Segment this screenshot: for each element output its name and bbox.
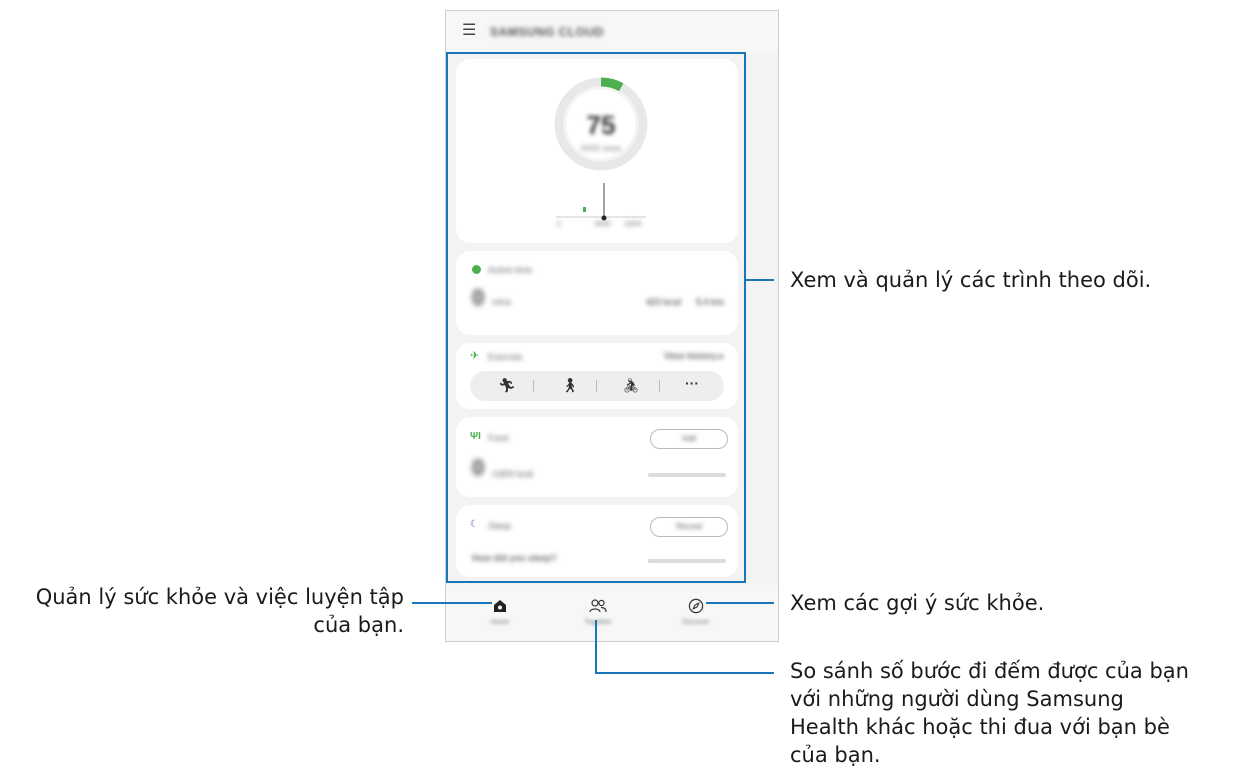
together-leader-vertical (595, 620, 597, 674)
menu-icon[interactable]: ☰ (462, 23, 476, 39)
home-callout-line-1: Quản lý sức khỏe và việc luyện tập (35, 585, 404, 609)
bottom-navigation: Home Together Discover (446, 585, 778, 641)
discover-leader-line (706, 602, 774, 604)
together-callout-line-1: So sánh số bước đi đếm được của bạn (790, 659, 1189, 683)
app-title: SAMSUNG CLOUD (490, 25, 604, 39)
trackers-leader-line (744, 279, 774, 281)
nav-together-label[interactable]: Together (578, 619, 618, 626)
discover-callout: Xem các gợi ý sức khỏe. (790, 591, 1045, 615)
app-header: ☰ SAMSUNG CLOUD (446, 11, 778, 53)
home-leader-line (412, 602, 492, 604)
together-callout-line-3: Health khác hoặc thi đua với bạn bè (790, 715, 1170, 739)
home-callout-line-2: của bạn. (313, 613, 404, 637)
home-icon[interactable] (493, 599, 507, 613)
together-leader-horizontal (595, 672, 774, 674)
together-icon[interactable] (589, 599, 607, 613)
together-callout-line-2: với những người dùng Samsung (790, 687, 1124, 711)
trackers-highlight-frame (446, 52, 746, 583)
nav-discover-label[interactable]: Discover (676, 619, 716, 626)
compass-icon[interactable] (688, 598, 704, 614)
trackers-callout: Xem và quản lý các trình theo dõi. (790, 268, 1152, 292)
nav-home-label[interactable]: Home (480, 619, 520, 626)
together-callout-line-4: của bạn. (790, 743, 881, 767)
